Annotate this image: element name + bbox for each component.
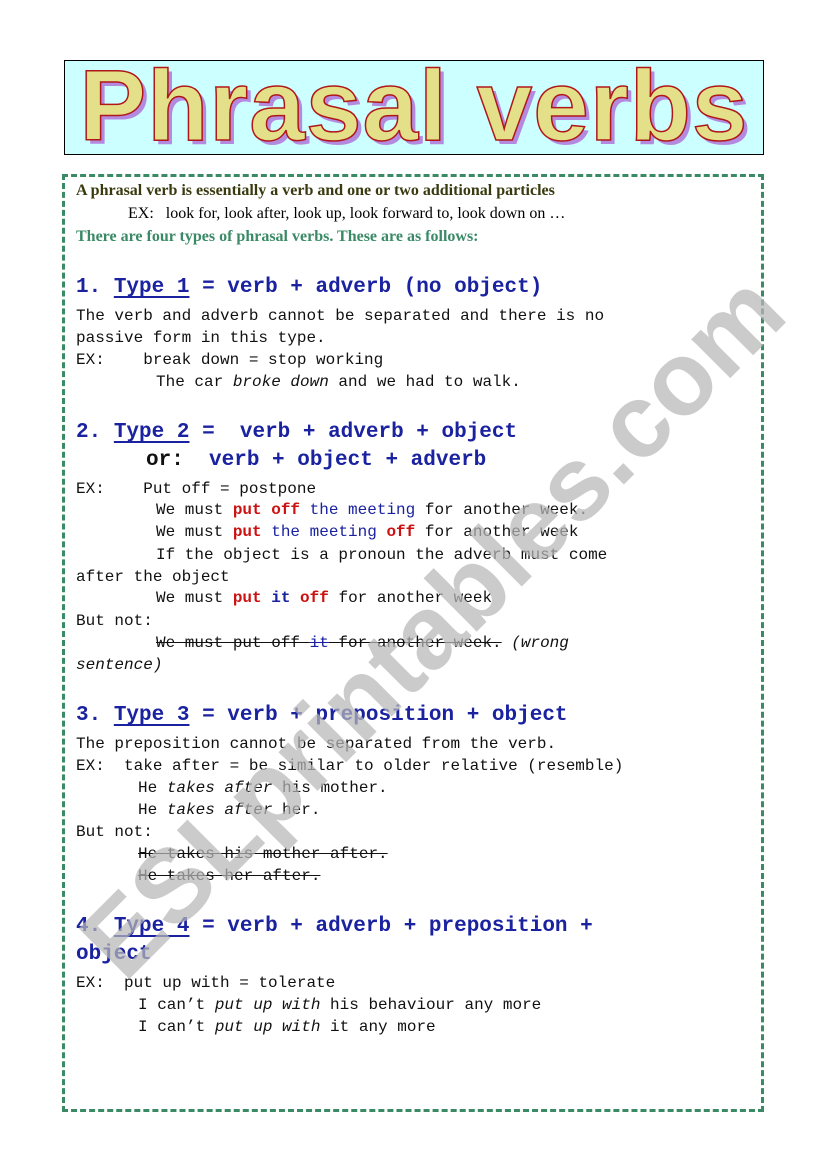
section-2-sentence-3: We must put it off for another week	[156, 587, 492, 609]
section-2-wrong-sentence: We must put off it for another week. (wr…	[156, 632, 569, 654]
text: The car	[156, 373, 233, 391]
section-4-heading-cont: object	[76, 943, 152, 966]
section-2-alt-heading: or: verb + object + adverb	[146, 449, 486, 472]
verb-particle: put off	[232, 501, 301, 519]
section-2-pronoun-note-1: If the object is a pronoun the adverb mu…	[156, 546, 608, 564]
intro-types-note: There are four types of phrasal verbs. T…	[76, 228, 479, 245]
text: I can’t	[138, 996, 215, 1014]
text: her.	[272, 801, 321, 819]
text: it any more	[320, 1018, 436, 1036]
text: for another week	[328, 589, 493, 607]
section-number: 4.	[76, 915, 102, 938]
section-4-example: EX: put up with = tolerate	[76, 972, 335, 994]
section-3-wrong-1: He takes his mother after.	[138, 845, 388, 863]
ex-label: EX:	[76, 480, 105, 498]
section-number: 2.	[76, 421, 102, 444]
ex-definition: break down = stop working	[143, 351, 384, 369]
text: We must	[156, 523, 233, 541]
phrasal-verb: broke down	[232, 373, 329, 391]
object: the meeting	[300, 501, 416, 519]
intro-definition: A phrasal verb is essentially a verb and…	[76, 182, 555, 199]
text: for another week	[415, 523, 579, 541]
phrasal-verb: put up with	[214, 1018, 321, 1036]
phrasal-verb: takes after	[166, 801, 273, 819]
section-2-example: EX: Put off = postpone	[76, 478, 316, 500]
section-3-wrong-2: He takes her after.	[138, 867, 321, 885]
text: and we had to walk.	[328, 373, 521, 391]
wrong-pronoun: it	[309, 634, 329, 652]
ex-definition: take after = be similar to older relativ…	[124, 757, 624, 775]
ex-label: EX:	[128, 205, 154, 222]
section-4-heading: 4. Type 4 = verb + adverb + preposition …	[76, 915, 593, 938]
section-3-line: The preposition cannot be separated from…	[76, 735, 557, 753]
section-2-sentence-2: We must put the meeting off for another …	[156, 521, 579, 543]
text: He	[138, 801, 167, 819]
ex-label: EX:	[76, 974, 105, 992]
section-4-sentence-1: I can’t put up with his behaviour any mo…	[138, 994, 541, 1016]
verb: put	[232, 523, 262, 541]
text: his behaviour any more	[320, 996, 542, 1014]
text: I can’t	[138, 1018, 215, 1036]
particle: off	[386, 523, 416, 541]
type-label: Type 3	[113, 704, 190, 727]
particle: off	[300, 589, 329, 607]
section-1-example: EX: break down = stop working	[76, 349, 383, 371]
phrasal-verb: put up with	[214, 996, 321, 1014]
section-2-heading: 2. Type 2 = verb + adverb + object	[76, 421, 517, 444]
formula: = verb + adverb + object	[202, 421, 518, 444]
type-label: Type 2	[113, 421, 190, 444]
wrong-text: We must put off	[156, 634, 310, 652]
section-2-but-not: But not:	[76, 612, 153, 630]
type-label: Type 4	[113, 915, 190, 938]
section-4-sentence-2: I can’t put up with it any more	[138, 1016, 436, 1038]
section-number: 1.	[76, 276, 102, 299]
formula: = verb + adverb + preposition +	[202, 915, 593, 938]
section-3-sentence-1: He takes after his mother.	[138, 777, 388, 799]
ex-definition: Put off = postpone	[143, 480, 317, 498]
wrong-text: for another week.	[328, 634, 502, 652]
wrong-note: (wrong	[511, 634, 569, 652]
section-2-pronoun-note-2: after the object	[76, 568, 230, 586]
intro-examples: EX: look for, look after, look up, look …	[128, 205, 565, 223]
text: We must	[156, 589, 233, 607]
text: He	[138, 779, 167, 797]
type-label: Type 1	[113, 276, 190, 299]
object: the meeting	[261, 523, 387, 541]
section-3-but-not: But not:	[76, 823, 153, 841]
phrasal-verb: takes after	[166, 779, 273, 797]
section-1-line-2: passive form in this type.	[76, 329, 326, 347]
formula: = verb + preposition + object	[202, 704, 568, 727]
ex-definition: put up with = tolerate	[124, 974, 336, 992]
section-number: 3.	[76, 704, 102, 727]
text: for another week.	[415, 501, 589, 519]
alt-prefix: or:	[146, 449, 184, 472]
section-3-heading: 3. Type 3 = verb + preposition + object	[76, 704, 568, 727]
verb: put	[232, 589, 262, 607]
ex-label: EX:	[76, 351, 105, 369]
section-2-sentence-1: We must put off the meeting for another …	[156, 499, 588, 521]
section-3-sentence-2: He takes after her.	[138, 799, 320, 821]
section-2-wrong-note-2: sentence)	[76, 656, 163, 674]
text: his mother.	[272, 779, 388, 797]
section-1-heading: 1. Type 1 = verb + adverb (no object)	[76, 276, 542, 299]
alt-formula: verb + object + adverb	[209, 449, 487, 472]
section-1-line-1: The verb and adverb cannot be separated …	[76, 307, 605, 325]
section-1-sentence: The car broke down and we had to walk.	[156, 371, 521, 393]
text: We must	[156, 501, 233, 519]
intro-example-list: look for, look after, look up, look forw…	[165, 205, 566, 222]
pronoun: it	[271, 589, 291, 607]
formula: = verb + adverb (no object)	[202, 276, 543, 299]
section-3-example: EX: take after = be similar to older rel…	[76, 755, 623, 777]
title-banner: Phrasal verbs	[64, 55, 764, 156]
ex-label: EX:	[76, 757, 105, 775]
page-title: Phrasal verbs	[79, 49, 749, 162]
